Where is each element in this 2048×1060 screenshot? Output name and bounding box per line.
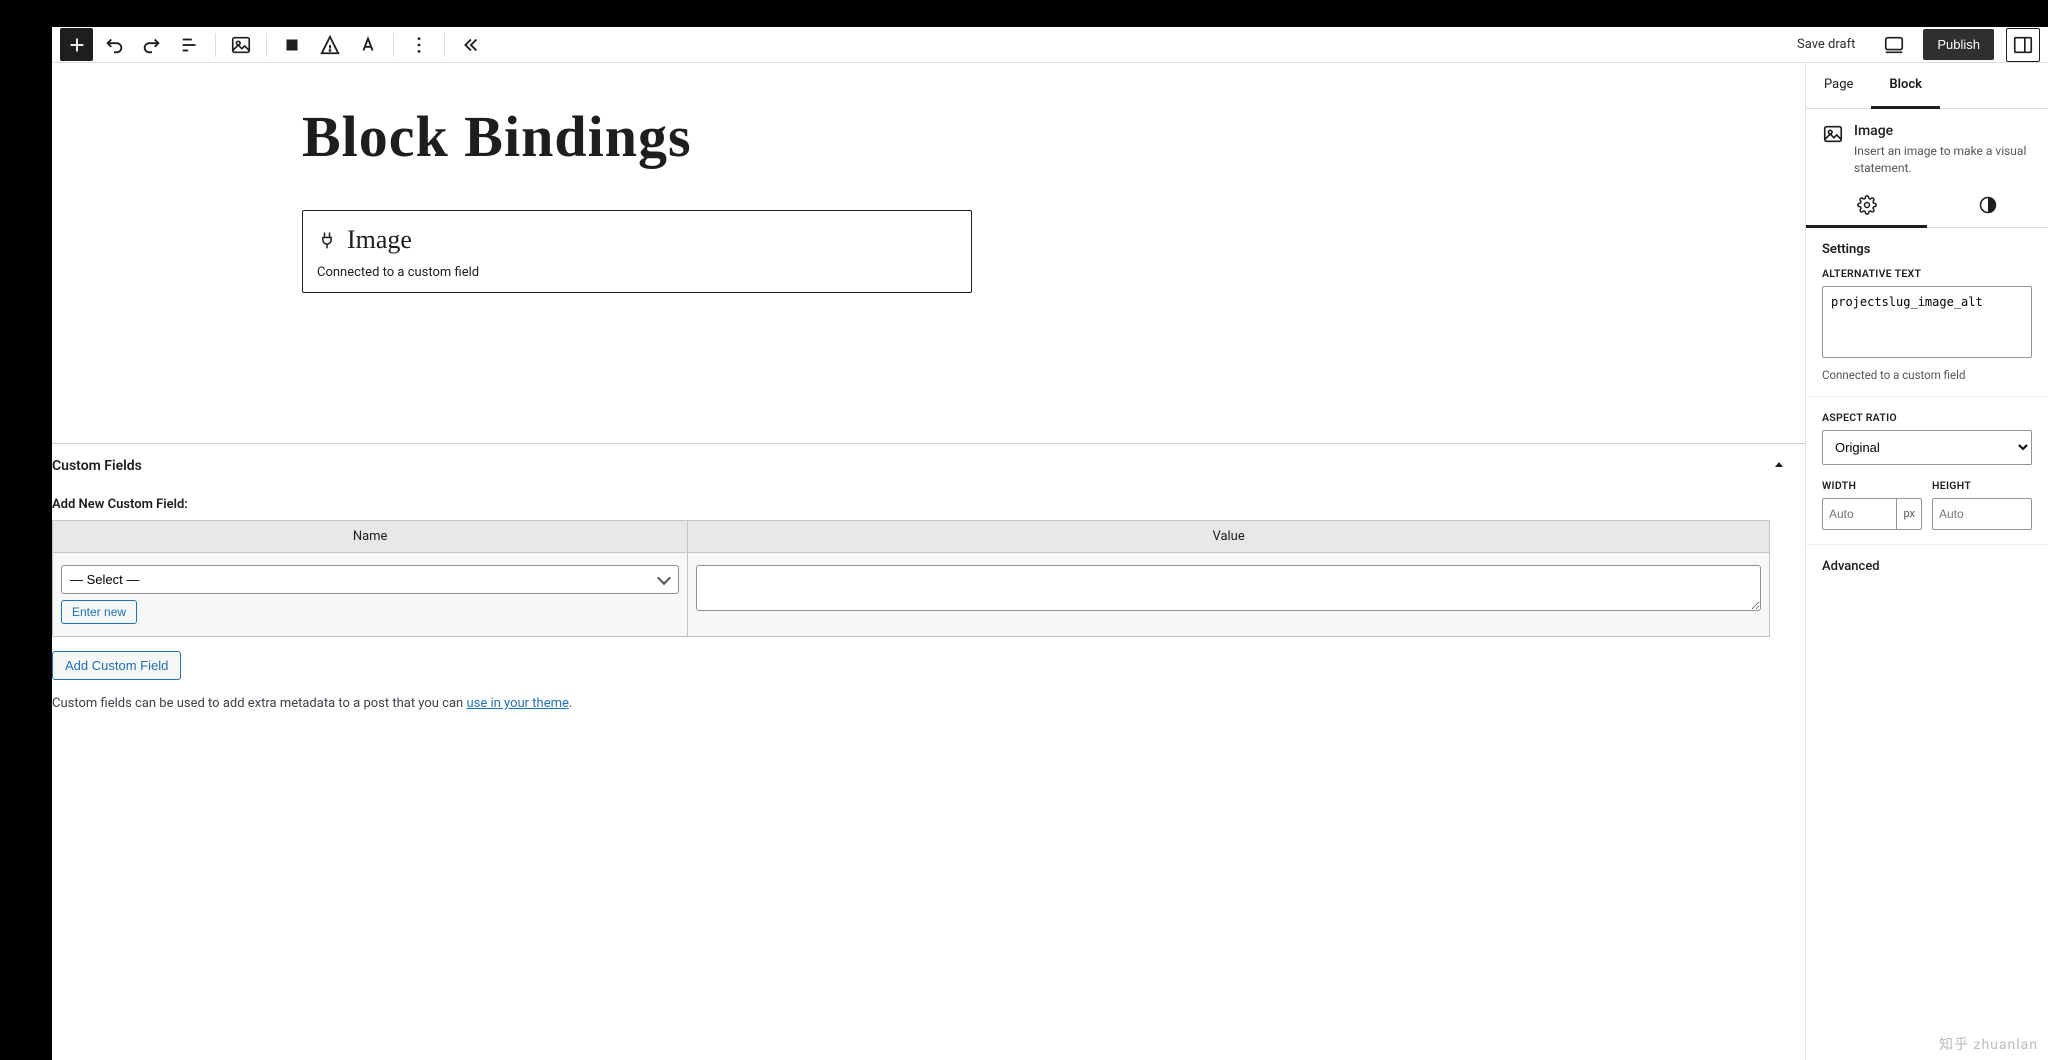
toolbar-divider — [266, 33, 267, 57]
undo-button[interactable] — [97, 28, 131, 62]
add-new-custom-field-label: Add New Custom Field: — [52, 497, 1805, 512]
publish-button[interactable]: Publish — [1923, 29, 1994, 60]
caption-button[interactable] — [313, 28, 347, 62]
save-draft-button[interactable]: Save draft — [1787, 31, 1865, 58]
cf-value-textarea[interactable] — [696, 565, 1761, 611]
image-block-label: Image — [347, 225, 412, 255]
aspect-ratio-select[interactable]: Original — [1822, 430, 2032, 465]
tab-block[interactable]: Block — [1871, 63, 1940, 109]
custom-fields-table: Name Value — Select — — [52, 520, 1770, 637]
custom-fields-title: Custom Fields — [52, 458, 142, 474]
toolbar-divider — [215, 33, 216, 57]
cf-enter-new-button[interactable]: Enter new — [61, 600, 137, 624]
toolbar-divider — [393, 33, 394, 57]
height-input[interactable] — [1932, 498, 2032, 530]
settings-sidebar: Page Block Image Insert an image to make… — [1805, 63, 2048, 1060]
preview-button[interactable] — [1877, 28, 1911, 62]
aspect-ratio-label: ASPECT RATIO — [1822, 411, 2032, 424]
width-unit[interactable]: px — [1897, 498, 1922, 530]
toolbar-divider — [444, 33, 445, 57]
cf-help-link[interactable]: use in your theme — [466, 696, 568, 711]
tab-page[interactable]: Page — [1806, 63, 1871, 108]
alt-text-input[interactable]: projectslug_image_alt — [1822, 286, 2032, 358]
block-type-name: Image — [1854, 123, 2032, 139]
block-image-icon[interactable] — [224, 28, 258, 62]
align-button[interactable] — [275, 28, 309, 62]
advanced-panel-toggle[interactable]: Advanced — [1806, 545, 2048, 588]
settings-panel-toggle[interactable] — [2006, 28, 2040, 62]
width-label: WIDTH — [1822, 479, 1922, 492]
collapse-toolbar-button[interactable] — [453, 28, 487, 62]
more-options-button[interactable] — [402, 28, 436, 62]
post-title[interactable]: Block Bindings — [302, 103, 1805, 170]
subtab-styles[interactable] — [1927, 185, 2048, 227]
custom-fields-toggle[interactable] — [1765, 452, 1793, 479]
block-type-desc: Insert an image to make a visual stateme… — [1854, 143, 2032, 177]
editor-canvas: Block Bindings Image Connected to a cust… — [52, 63, 1805, 1060]
image-block[interactable]: Image Connected to a custom field — [302, 210, 972, 293]
image-block-connected-text: Connected to a custom field — [317, 265, 957, 280]
add-custom-field-button[interactable]: Add Custom Field — [52, 651, 181, 680]
settings-heading: Settings — [1822, 242, 2032, 257]
height-label: HEIGHT — [1932, 479, 2032, 492]
binding-icon — [317, 230, 337, 250]
subtab-settings[interactable] — [1806, 185, 1927, 228]
cf-col-name: Name — [53, 521, 688, 553]
cf-name-select[interactable]: — Select — — [61, 565, 679, 594]
alt-text-label: ALTERNATIVE TEXT — [1822, 267, 2032, 280]
custom-fields-panel: Custom Fields Add New Custom Field: Name… — [52, 443, 1805, 729]
text-button[interactable] — [351, 28, 385, 62]
block-type-icon — [1822, 123, 1844, 145]
width-input[interactable] — [1822, 498, 1897, 530]
cf-help-text: Custom fields can be used to add extra m… — [52, 696, 1805, 711]
add-block-button[interactable] — [60, 28, 93, 61]
redo-button[interactable] — [135, 28, 169, 62]
cf-col-value: Value — [688, 521, 1770, 553]
alt-text-hint: Connected to a custom field — [1822, 368, 2032, 382]
document-overview-button[interactable] — [173, 28, 207, 62]
top-toolbar: Save draft Publish — [52, 27, 2048, 63]
